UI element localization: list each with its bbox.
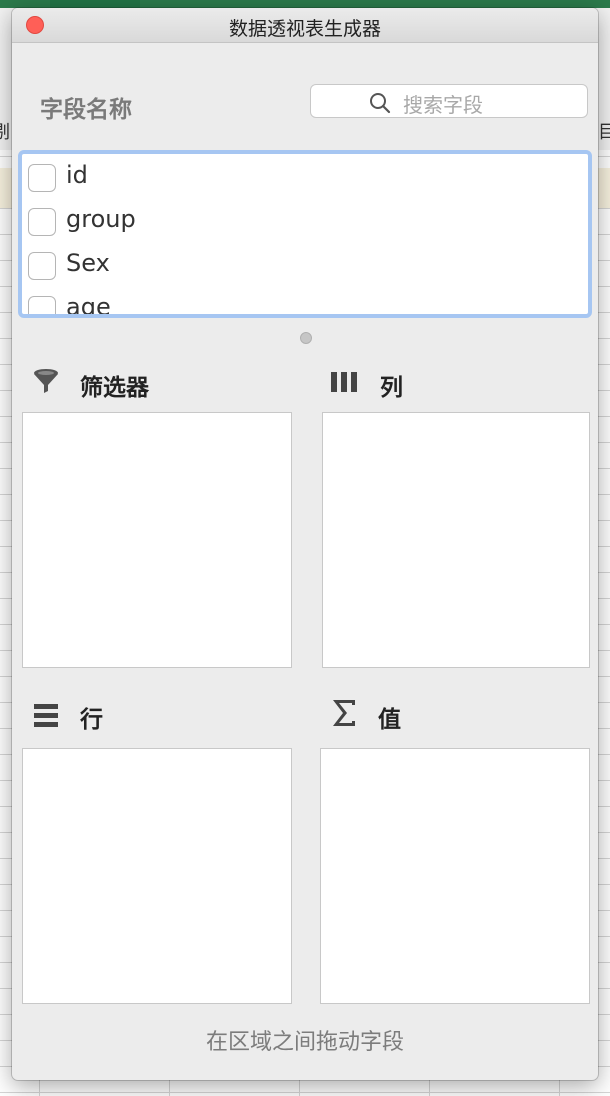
search-field-input[interactable]: 搜索字段 [310, 84, 588, 118]
field-name-header: 字段名称 [40, 97, 132, 123]
field-item-id[interactable]: id [28, 160, 568, 196]
splitter-handle[interactable] [300, 332, 312, 344]
window-title: 数据透视表生成器 [228, 18, 381, 40]
drag-hint-text: 在区域之间拖动字段 [205, 1030, 404, 1055]
field-label: group [66, 205, 136, 233]
field-item-sex[interactable]: Sex [28, 248, 568, 284]
field-label: Sex [66, 249, 110, 277]
values-area-title: 值 [378, 707, 401, 733]
columns-area-title: 列 [380, 375, 403, 401]
columns-drop-area[interactable] [322, 412, 590, 668]
search-placeholder: 搜索字段 [403, 93, 483, 117]
values-drop-area[interactable] [320, 748, 590, 1004]
field-checkbox[interactable] [28, 208, 56, 236]
field-item-age[interactable]: age [28, 292, 568, 318]
field-list[interactable]: id group Sex age [18, 150, 592, 318]
pivot-table-builder-window: 数据透视表生成器 字段名称 搜索字段 id group Sex age 筛选器 … [12, 8, 598, 1080]
filter-area-title: 筛选器 [80, 375, 149, 401]
sigma-icon [333, 700, 355, 726]
rows-icon [34, 704, 58, 727]
field-label: id [66, 161, 88, 189]
ribbon-partial-label-left: 剔 [0, 122, 10, 143]
search-icon [370, 93, 391, 114]
field-item-group[interactable]: group [28, 204, 568, 240]
columns-icon [331, 372, 357, 392]
title-bar[interactable]: 数据透视表生成器 [12, 8, 598, 43]
field-checkbox[interactable] [28, 252, 56, 280]
rows-area-title: 行 [80, 707, 103, 733]
rows-drop-area[interactable] [22, 748, 292, 1004]
field-checkbox[interactable] [28, 164, 56, 192]
filter-drop-area[interactable] [22, 412, 292, 668]
field-label: age [66, 293, 111, 318]
funnel-icon [34, 369, 58, 393]
ribbon-partial-label-right: 目 [598, 122, 610, 143]
field-checkbox[interactable] [28, 296, 56, 314]
